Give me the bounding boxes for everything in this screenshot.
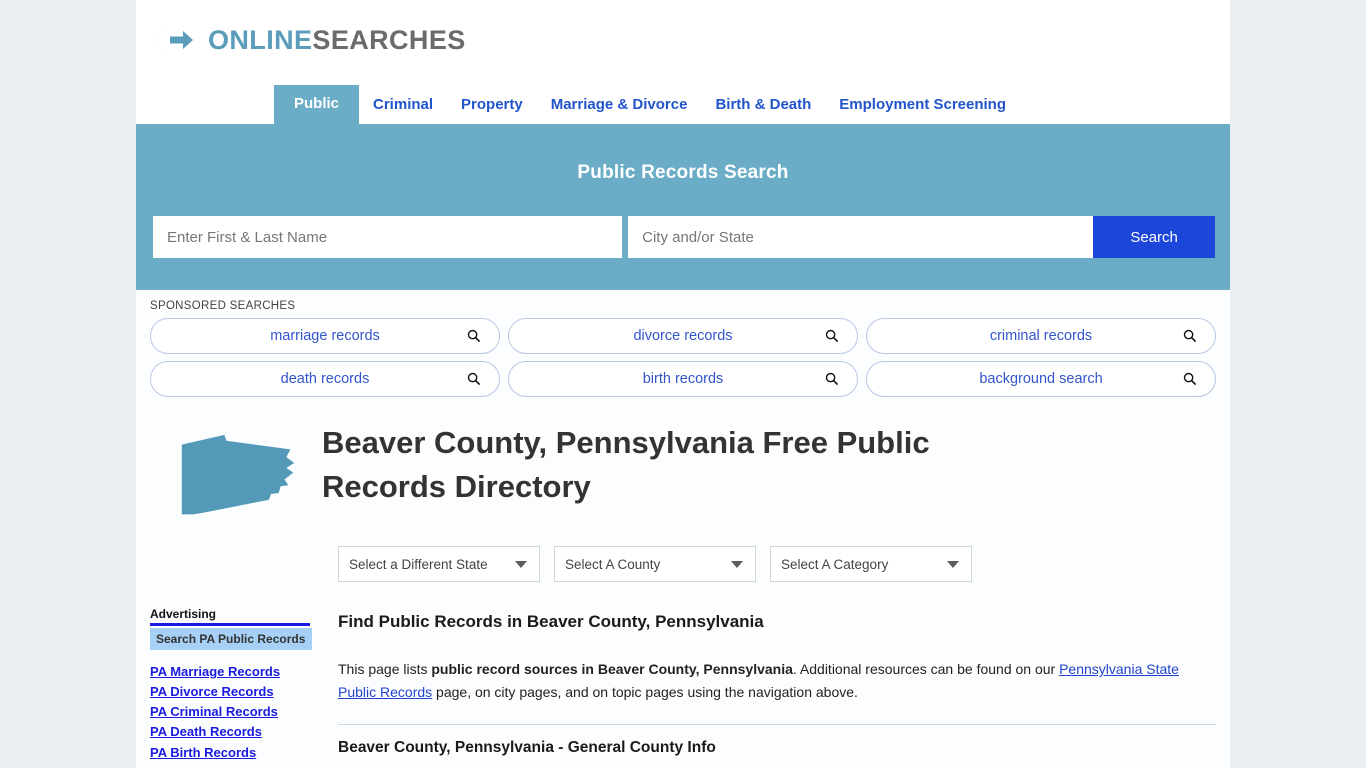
public-records-search-band: Public Records Search Search (136, 124, 1230, 290)
tab-birth-death[interactable]: Birth & Death (701, 87, 825, 124)
logo-wordmark: ONLINESEARCHES (208, 25, 466, 56)
sponsored-pill-criminal-records[interactable]: criminal records (866, 318, 1216, 354)
logo-text-searches: SEARCHES (312, 24, 466, 55)
tab-marriage-divorce[interactable]: Marriage & Divorce (537, 87, 702, 124)
intro-paragraph: This page lists public record sources in… (338, 658, 1216, 703)
ad-link-pa-birth-records[interactable]: PA Birth Records (150, 743, 312, 763)
general-county-info-heading: Beaver County, Pennsylvania - General Co… (338, 738, 716, 756)
paragraph-text-2: . Additional resources can be found on o… (792, 661, 1060, 678)
main-content: Find Public Records in Beaver County, Pe… (338, 612, 1216, 756)
advertising-label: Advertising (150, 607, 310, 626)
ad-link-pa-marriage-records[interactable]: PA Marriage Records (150, 662, 312, 682)
chevron-down-icon (515, 560, 527, 568)
search-icon (825, 372, 839, 386)
sponsored-searches-label: SPONSORED SEARCHES (150, 300, 296, 312)
tab-public[interactable]: Public (274, 85, 360, 124)
section-title: Find Public Records in Beaver County, Pe… (338, 612, 764, 632)
tab-criminal[interactable]: Criminal (359, 87, 447, 124)
name-search-input[interactable] (153, 216, 623, 258)
divider (338, 723, 1216, 725)
page-title-block: Beaver County, Pennsylvania Free Public … (136, 397, 1230, 516)
page-container: ONLINESEARCHES Public Criminal Property … (136, 0, 1230, 768)
sponsored-pill-grid: marriage records divorce records crimina… (150, 318, 1216, 397)
paragraph-text-3: page, on city pages, and on topic pages … (432, 683, 858, 700)
sponsored-pill-label: divorce records (633, 328, 733, 344)
ad-link-pa-death-records[interactable]: PA Death Records (150, 722, 312, 742)
brand-bar: ONLINESEARCHES (136, 0, 1230, 78)
chevron-down-icon (947, 560, 959, 568)
search-band-title: Public Records Search (577, 162, 789, 183)
paragraph-text-1: This page lists (338, 661, 432, 678)
category-select[interactable]: Select A Category (770, 546, 972, 583)
filter-selectors: Select a Different State Select A County… (338, 546, 1230, 583)
search-button[interactable]: Search (1093, 216, 1215, 258)
category-select-label: Select A Category (781, 556, 889, 572)
county-select-label: Select A County (565, 556, 661, 572)
site-logo[interactable]: ONLINESEARCHES (154, 17, 466, 63)
search-icon (1183, 329, 1197, 343)
advertising-sidebar: Advertising Search PA Public Records PA … (150, 607, 312, 763)
ad-link-pa-criminal-records[interactable]: PA Criminal Records (150, 702, 312, 722)
search-icon (467, 329, 481, 343)
sponsored-pill-label: marriage records (270, 328, 380, 344)
sponsored-pill-death-records[interactable]: death records (150, 361, 500, 397)
search-icon (825, 329, 839, 343)
state-select-label: Select a Different State (349, 556, 488, 572)
sponsored-pill-birth-records[interactable]: birth records (508, 361, 858, 397)
page-title: Beaver County, Pennsylvania Free Public … (322, 425, 930, 505)
chevron-down-icon (731, 560, 743, 568)
logo-text-online: ONLINE (208, 24, 313, 55)
ad-link-list: PA Marriage Records PA Divorce Records P… (150, 662, 312, 763)
state-select[interactable]: Select a Different State (338, 546, 540, 583)
sponsored-pill-label: background search (979, 371, 1103, 387)
ad-box-heading: Search PA Public Records (150, 628, 312, 650)
sponsored-pill-background-search[interactable]: background search (866, 361, 1216, 397)
ad-link-pa-divorce-records[interactable]: PA Divorce Records (150, 682, 312, 702)
sponsored-pill-label: birth records (642, 371, 724, 387)
sponsored-searches: SPONSORED SEARCHES marriage records divo… (136, 290, 1230, 397)
sponsored-pill-marriage-records[interactable]: marriage records (150, 318, 500, 354)
paragraph-bold-phrase: public record sources in Beaver County, … (431, 661, 793, 678)
county-select[interactable]: Select A County (554, 546, 756, 583)
sponsored-pill-label: death records (280, 371, 370, 387)
tab-property[interactable]: Property (447, 87, 537, 124)
location-search-input[interactable] (628, 216, 1094, 258)
main-navigation: Public Criminal Property Marriage & Divo… (136, 78, 1230, 124)
tab-employment-screening[interactable]: Employment Screening (825, 87, 1020, 124)
sponsored-pill-divorce-records[interactable]: divorce records (508, 318, 858, 354)
search-form: Search (153, 216, 1215, 258)
search-icon (467, 372, 481, 386)
search-icon (1183, 372, 1197, 386)
circle-arrow-logo-icon (157, 21, 193, 59)
sponsored-pill-label: criminal records (989, 328, 1093, 344)
pennsylvania-state-outline-icon (181, 434, 295, 515)
